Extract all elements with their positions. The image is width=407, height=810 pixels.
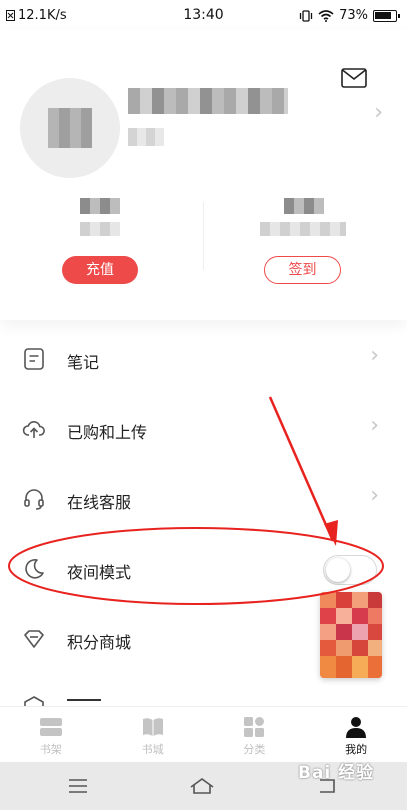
tab-label: 书架 (39, 743, 62, 756)
balance-value-pixelated (80, 198, 120, 214)
balance-label-pixelated (80, 222, 120, 236)
status-bar: 12.1K/s 13:40 73% (0, 0, 407, 30)
profile-chevron-icon[interactable]: › (374, 100, 383, 125)
home-icon[interactable] (188, 776, 216, 796)
category-icon (244, 717, 265, 737)
menu-item-customer-service[interactable]: 在线客服 › (0, 465, 407, 535)
chevron-right-icon: › (370, 483, 379, 508)
chevron-right-icon: › (370, 413, 379, 438)
diamond-icon (24, 630, 44, 648)
tab-label: 分类 (243, 743, 266, 756)
floating-promo-image[interactable] (320, 592, 382, 678)
bottom-tab-bar: 书架 书城 分类 我的 (0, 706, 407, 762)
moon-icon (25, 559, 44, 579)
note-icon (24, 348, 44, 370)
username-pixelated (128, 88, 288, 114)
watermark: Bai 经验 (298, 763, 375, 783)
menu-label: 在线客服 (67, 493, 132, 512)
tab-category[interactable]: 分类 (204, 707, 306, 762)
menu-label: 已购和上传 (67, 423, 148, 442)
tab-label: 我的 (345, 743, 368, 756)
battery-level: 73% (339, 8, 368, 23)
bookshelf-icon (39, 718, 62, 736)
headset-icon (24, 489, 44, 510)
toggle-knob (326, 558, 350, 582)
menu-item-notes[interactable]: 笔记 › (0, 325, 407, 395)
user-level-pixelated (128, 128, 164, 146)
status-right: 73% (299, 8, 400, 23)
book-icon (142, 718, 163, 736)
tab-bookstore[interactable]: 书城 (102, 707, 204, 762)
tab-label: 书城 (141, 743, 164, 756)
menu-item-settings-partial[interactable] (0, 675, 407, 706)
points-value-pixelated (284, 198, 324, 214)
stat-divider (203, 202, 204, 270)
screen: 12.1K/s 13:40 73% › 充值 签到 笔记 › 已购和上传 › 在… (0, 0, 407, 810)
mail-icon[interactable] (341, 68, 367, 88)
person-icon (346, 717, 367, 738)
tab-bookshelf[interactable]: 书架 (0, 707, 102, 762)
settings-icon (24, 696, 44, 706)
battery-icon (373, 9, 400, 22)
menu-icon[interactable] (66, 776, 90, 796)
vibrate-icon (299, 9, 313, 22)
profile-card: › 充值 签到 (0, 30, 407, 320)
night-mode-toggle[interactable] (323, 555, 377, 585)
tab-mine[interactable]: 我的 (305, 707, 407, 762)
chevron-right-icon: › (370, 343, 379, 368)
avatar[interactable] (20, 78, 120, 178)
menu-label: 夜间模式 (67, 563, 132, 582)
menu-label: 积分商城 (67, 633, 132, 652)
recharge-button[interactable]: 充值 (62, 256, 138, 284)
menu-label: 笔记 (67, 353, 100, 372)
menu-label-partial (67, 699, 101, 706)
points-label-pixelated (260, 222, 346, 236)
wifi-icon (318, 9, 334, 22)
menu-item-purchased-uploads[interactable]: 已购和上传 › (0, 395, 407, 465)
cloud-upload-icon (22, 420, 45, 438)
signin-button[interactable]: 签到 (264, 256, 341, 284)
